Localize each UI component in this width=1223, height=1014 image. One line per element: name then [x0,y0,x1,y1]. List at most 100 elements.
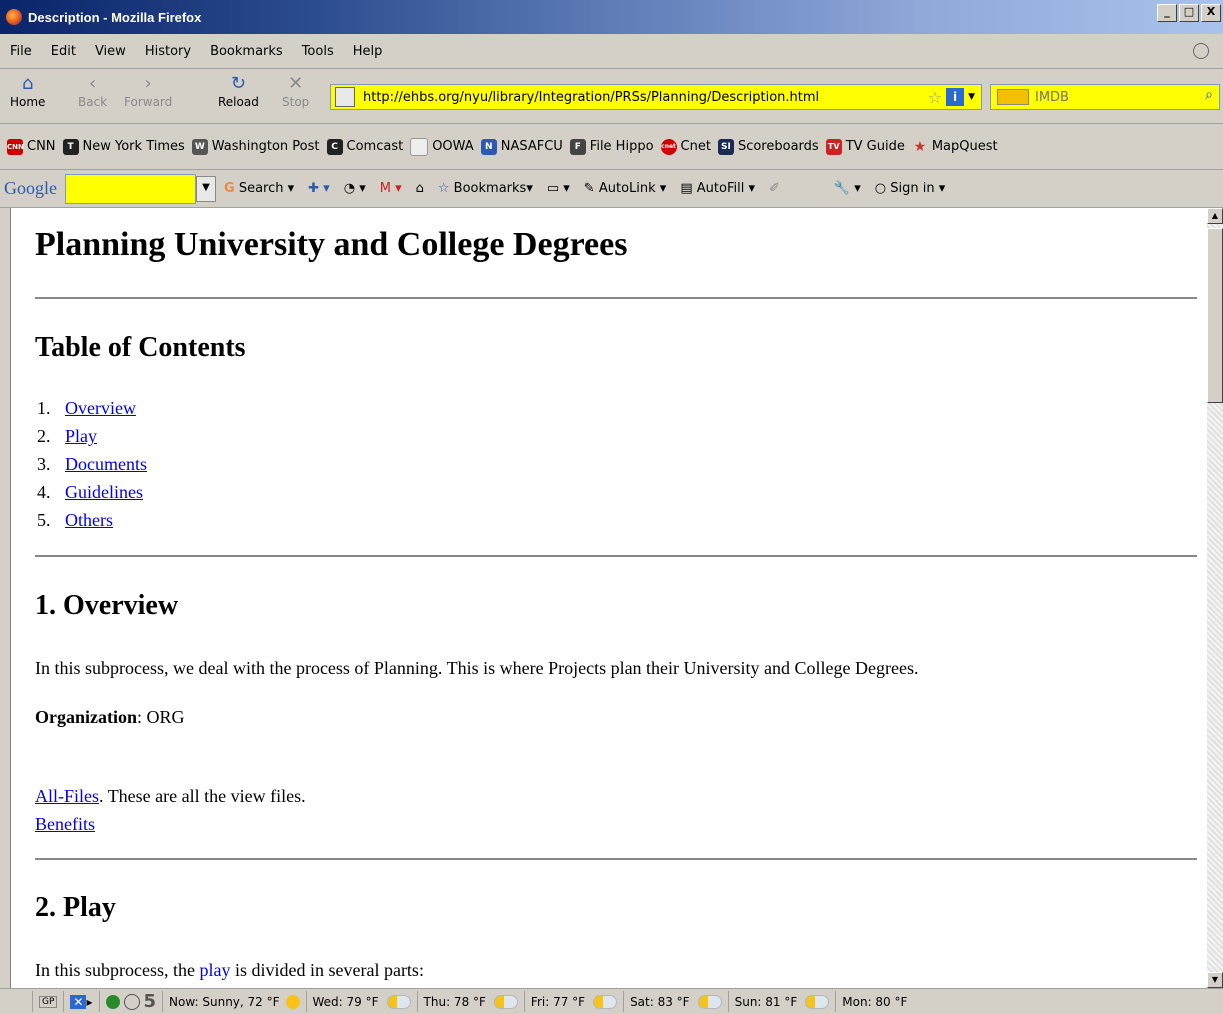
play-heading: 2. Play [35,892,116,923]
bookmark-washington-post[interactable]: W Washington Post [191,138,320,155]
menu-bookmarks[interactable]: Bookmarks [200,44,292,59]
weather-thu[interactable]: Thu: 78 °F [418,991,525,1012]
gmail-icon[interactable]: M ▾ [380,181,402,196]
page-content: Planning University and College Degrees … [10,208,1207,988]
toc-link-guidelines[interactable]: Guidelines [65,482,143,502]
bookmark-oowa[interactable]: OOWA [410,137,474,156]
all-files-link[interactable]: All-Files [35,786,99,806]
imdb-engine-icon[interactable] [997,89,1029,105]
bookmark-label: MapQuest [931,139,998,154]
search-input[interactable] [1033,88,1187,106]
toc-link-play[interactable]: Play [65,426,97,446]
cnn-icon: CNN [7,138,24,155]
divider [35,555,1197,557]
bookmark-nytimes[interactable]: T New York Times [62,138,185,155]
play-link[interactable]: play [199,960,230,980]
bank-icon[interactable]: ⌂ [416,181,424,196]
search-go-icon[interactable]: ⌕ [1205,87,1213,103]
bookmark-nasafcu[interactable]: N NASAFCU [480,138,563,155]
back-arrow-icon: ‹ [88,73,97,94]
clock-icon[interactable] [123,993,140,1010]
google-search-button[interactable]: G Search ▾ [224,181,294,196]
benefits-link[interactable]: Benefits [35,814,95,834]
home-button[interactable]: ⌂ Home [10,73,45,109]
menu-edit[interactable]: Edit [41,44,85,59]
status-x-icon[interactable]: ✕ ▸ [64,991,100,1012]
reload-button[interactable]: ↻ Reload [218,73,259,109]
scroll-up-icon[interactable]: ▲ [1207,208,1223,224]
firefox-icon [6,9,22,25]
count-badge: 5 [143,991,157,1012]
scroll-thumb[interactable] [1207,228,1223,403]
toc-item-play: 2. Play [37,426,98,446]
bookmark-file-hippo[interactable]: F File Hippo [569,138,654,155]
bookmark-star-icon[interactable]: ☆ [928,88,942,107]
title-bar: Description - Mozilla Firefox _ □ X [0,0,1223,34]
bookmark-label: File Hippo [589,139,654,154]
weather-sat[interactable]: Sat: 83 °F [624,991,729,1012]
reload-icon: ↻ [230,73,246,94]
menu-tools[interactable]: Tools [292,44,343,59]
toc-link-documents[interactable]: Documents [65,454,147,474]
window-controls: _ □ X [1157,4,1221,22]
page-icon [410,137,429,156]
pagerank-icon[interactable]: ◔ ▾ [344,181,366,196]
sidebar-grip[interactable] [0,208,10,988]
cnet-icon: cnet [660,138,677,155]
forward-arrow-icon: › [144,73,152,94]
toc-link-others[interactable]: Others [65,510,113,530]
scroll-down-icon[interactable]: ▼ [1207,972,1223,988]
bookmark-cnn[interactable]: CNN CNN [7,138,56,155]
forward-button[interactable]: › Forward [124,73,172,109]
site-icon [335,87,355,107]
bookmark-mapquest[interactable]: ★ MapQuest [912,139,998,155]
maximize-button[interactable]: □ [1179,4,1199,22]
toc-item-documents: 3. Documents [37,454,147,474]
pencil-icon[interactable]: ✐ [769,181,780,196]
back-button[interactable]: ‹ Back [78,73,107,109]
organization-value: : ORG [137,707,185,727]
close-button[interactable]: X [1201,4,1221,22]
weather-fri[interactable]: Fri: 77 °F [525,991,625,1012]
search-box[interactable]: ⌕ [990,84,1220,110]
autolink-button[interactable]: ✎ AutoLink ▾ [584,181,667,196]
sign-in-button[interactable]: ○ Sign in ▾ [875,181,946,196]
toc-item-guidelines: 4. Guidelines [37,482,143,502]
green-status-icon[interactable] [105,994,120,1009]
menu-history[interactable]: History [135,44,200,59]
popup-blocker-icon[interactable]: ▭ ▾ [547,181,570,196]
weather-wed[interactable]: Wed: 79 °F [307,991,418,1012]
bookmark-comcast[interactable]: C Comcast [326,138,403,155]
bookmark-label: OOWA [432,139,474,154]
autofill-button[interactable]: ▤ AutoFill ▾ [680,181,755,196]
vertical-scrollbar[interactable]: ▲ ▼ [1207,208,1223,988]
menu-file[interactable]: File [0,44,41,59]
si-icon: SI [717,138,734,155]
menu-view[interactable]: View [85,44,135,59]
url-text[interactable]: http://ehbs.org/nyu/library/Integration/… [363,90,928,105]
minimize-button[interactable]: _ [1157,4,1177,22]
page-info-icon[interactable]: i [946,88,965,106]
bookmark-scoreboards[interactable]: SI Scoreboards [717,138,819,155]
bookmark-cnet[interactable]: cnet Cnet [660,138,711,155]
divider [35,858,1197,860]
menu-help[interactable]: Help [343,44,392,59]
status-bar: GP ✕ ▸ 5 Now: Sunny, 72 °F Wed: 79 °F Thu… [0,988,1223,1014]
weather-mon[interactable]: Mon: 80 °F [836,991,913,1012]
weather-now[interactable]: Now: Sunny, 72 °F [163,991,307,1012]
bookmark-tv-guide[interactable]: TV TV Guide [825,138,905,155]
status-gp[interactable]: GP [33,991,65,1012]
weather-sun[interactable]: Sun: 81 °F [729,991,837,1012]
bookmark-label: Scoreboards [737,139,819,154]
plus-icon[interactable]: ✚ ▾ [308,181,330,196]
google-bookmarks-button[interactable]: ☆ Bookmarks▾ [438,181,533,196]
address-bar[interactable]: http://ehbs.org/nyu/library/Integration/… [330,84,982,110]
stop-button[interactable]: ✕ Stop [282,73,309,109]
settings-wrench-icon[interactable]: 🔧 ▾ [834,181,861,196]
google-dropdown-icon[interactable]: ▼ [196,175,216,202]
back-label: Back [78,95,108,109]
bookmark-label: NASAFCU [500,139,563,154]
toc-link-overview[interactable]: Overview [65,398,136,418]
google-search-input[interactable] [65,173,196,204]
url-dropdown-icon[interactable]: ▼ [968,92,975,102]
